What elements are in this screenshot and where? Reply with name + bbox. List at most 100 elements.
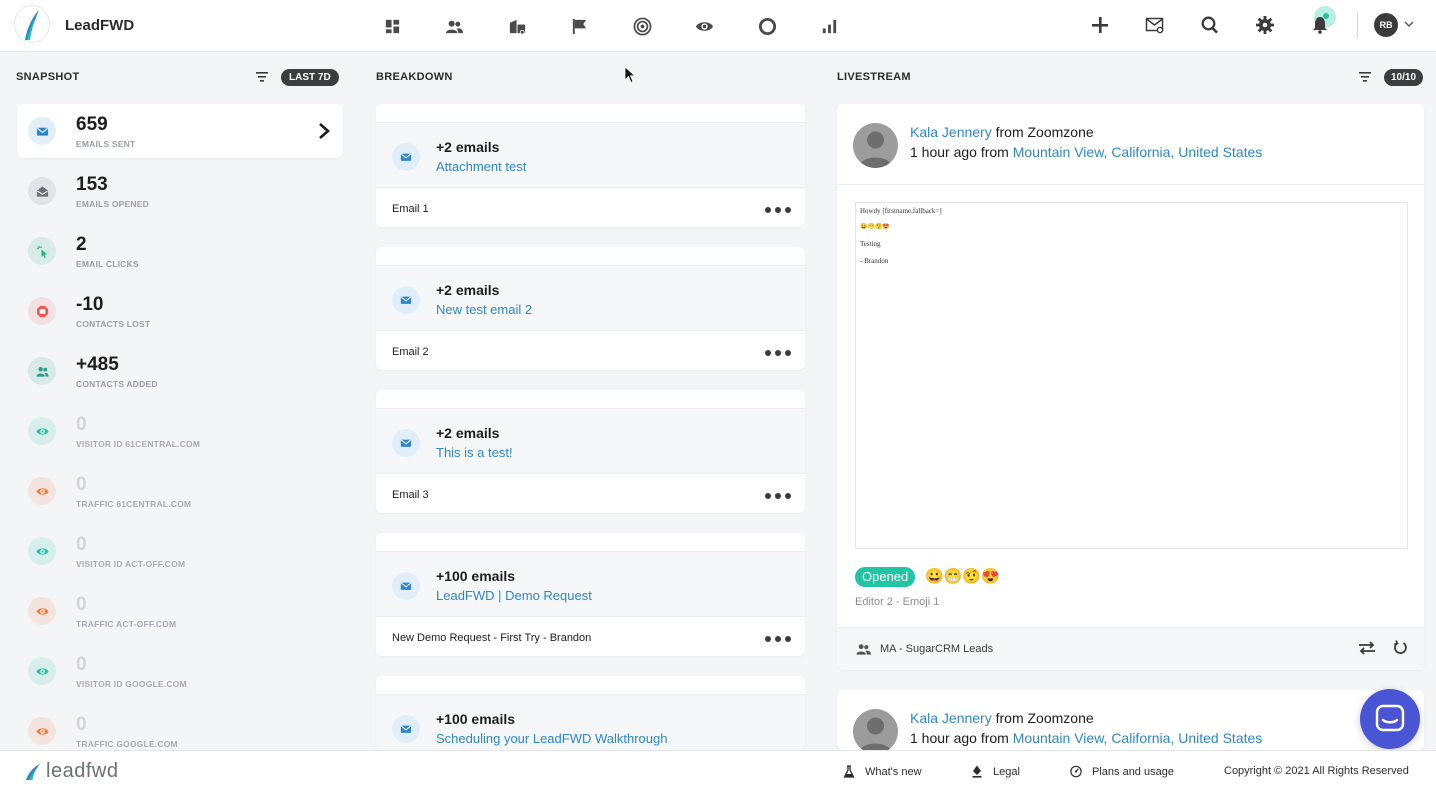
click-icon xyxy=(28,237,56,265)
circle-icon[interactable] xyxy=(753,12,781,40)
campaigns-flag-icon[interactable] xyxy=(566,12,594,40)
workflow-icon[interactable] xyxy=(1357,641,1377,655)
email-subject-link[interactable]: Scheduling your LeadFWD Walkthrough xyxy=(436,731,667,746)
breakdown-card[interactable]: +2 emails New test email 2 Email 2 xyxy=(376,247,805,370)
plus-icon[interactable] xyxy=(1087,12,1113,38)
snapshot-item[interactable]: -10 CONTACTS LOST xyxy=(17,284,343,338)
leadfwd-logo-icon[interactable] xyxy=(14,5,50,43)
snapshot-value: -10 xyxy=(76,294,104,315)
snapshot-label: EMAIL CLICKS xyxy=(76,259,139,269)
snapshot-range-badge[interactable]: LAST 7D xyxy=(281,69,339,86)
event-time-line: 1 hour ago from Mountain View, Californi… xyxy=(910,730,1262,746)
target-icon[interactable] xyxy=(628,12,656,40)
contacts-icon xyxy=(856,644,871,655)
mail-icon xyxy=(392,715,420,743)
preview-line: 😀😁🤨😍 xyxy=(860,224,890,230)
breakdown-card-header: +2 emails New test email 2 xyxy=(376,265,805,331)
mail-search-icon[interactable] xyxy=(1142,12,1168,38)
whats-new-link[interactable]: What's new xyxy=(843,765,922,778)
status-badge: Opened xyxy=(855,567,916,587)
email-preview: Howdy [firstname,fallback=] 😀😁🤨😍 Testing… xyxy=(855,202,1408,549)
chevron-right-icon[interactable] xyxy=(317,122,331,140)
settings-icon[interactable] xyxy=(1252,12,1278,38)
from-word: from xyxy=(980,730,1009,746)
contact-name-link[interactable]: Kala Jennery xyxy=(910,710,992,726)
search-icon[interactable] xyxy=(1197,12,1223,38)
breakdown-card[interactable]: +2 emails This is a test! Email 3 xyxy=(376,390,805,513)
snapshot-item[interactable]: +485 CONTACTS ADDED xyxy=(17,344,343,398)
snapshot-value: +485 xyxy=(76,354,119,375)
snapshot-item[interactable]: 659 EMAILS SENT xyxy=(17,104,343,158)
livestream-heading: LIVESTREAM xyxy=(837,71,911,83)
event-contact-line: Kala Jennery from Zoomzone xyxy=(910,124,1094,140)
contact-avatar[interactable] xyxy=(853,709,898,750)
snapshot-value: 0 xyxy=(76,654,87,675)
visitors-eye-icon[interactable] xyxy=(691,12,719,40)
user-avatar[interactable]: RB xyxy=(1374,13,1398,37)
email-name: Email 1 xyxy=(392,203,429,215)
chevron-down-icon[interactable] xyxy=(1403,18,1415,30)
chat-icon xyxy=(1375,704,1405,732)
plans-usage-label: Plans and usage xyxy=(1092,765,1174,778)
snapshot-value: 0 xyxy=(76,594,87,615)
contacts-icon[interactable] xyxy=(441,12,469,40)
contact-list-name[interactable]: MA - SugarCRM Leads xyxy=(880,643,993,655)
footer-logo-text: leadfwd xyxy=(46,760,119,782)
footer-logo[interactable]: leadfwd xyxy=(24,760,118,783)
more-options-icon[interactable] xyxy=(765,635,791,643)
mail-icon xyxy=(392,143,420,171)
more-options-icon[interactable] xyxy=(765,492,791,500)
sync-icon[interactable] xyxy=(1393,640,1407,656)
snapshot-value: 0 xyxy=(76,714,87,735)
location-link[interactable]: Mountain View, California, United States xyxy=(1013,730,1263,746)
email-subject-link[interactable]: This is a test! xyxy=(436,445,513,460)
breakdown-heading: BREAKDOWN xyxy=(376,71,453,83)
filter-icon[interactable] xyxy=(255,70,269,84)
more-options-icon[interactable] xyxy=(765,206,791,214)
more-options-icon[interactable] xyxy=(765,349,791,357)
mail-icon xyxy=(28,117,56,145)
contact-name-link[interactable]: Kala Jennery xyxy=(910,124,992,140)
breakdown-card[interactable]: +100 emails Scheduling your LeadFWD Walk… xyxy=(376,676,805,750)
event-time: 1 hour ago xyxy=(910,144,977,160)
bell-icon[interactable] xyxy=(1307,6,1336,38)
livestream-event-card: Kala Jennery from Zoomzone 1 hour ago fr… xyxy=(837,690,1424,750)
card-divider xyxy=(837,184,1424,185)
snapshot-item[interactable]: 0 VISITOR ID 61CENTRAL.COM xyxy=(17,404,343,458)
reports-icon[interactable] xyxy=(816,12,844,40)
page-footer: leadfwd What's new Legal Plans and usage… xyxy=(0,750,1436,789)
dashboard-icon[interactable] xyxy=(378,12,406,40)
from-word: from xyxy=(995,124,1024,140)
breakdown-card[interactable]: +2 emails Attachment test Email 1 xyxy=(376,104,805,227)
snapshot-item[interactable]: 0 VISITOR ID ACT-OFF.COM xyxy=(17,524,343,578)
pen-nib-icon xyxy=(972,765,982,778)
snapshot-item[interactable]: 0 VISITOR ID GOOGLE.COM xyxy=(17,644,343,698)
email-subject-link[interactable]: Attachment test xyxy=(436,159,526,174)
legal-link[interactable]: Legal xyxy=(971,765,1020,778)
legal-label: Legal xyxy=(993,765,1020,778)
snapshot-item[interactable]: 153 EMAILS OPENED xyxy=(17,164,343,218)
support-chat-button[interactable] xyxy=(1360,689,1420,749)
filter-icon[interactable] xyxy=(1358,70,1372,84)
snapshot-item[interactable]: 0 TRAFFIC ACT-OFF.COM xyxy=(17,584,343,638)
snapshot-item[interactable]: 2 EMAIL CLICKS xyxy=(17,224,343,278)
eye-icon xyxy=(28,417,56,445)
email-name: Email 3 xyxy=(392,489,429,501)
companies-icon[interactable] xyxy=(503,12,531,40)
contact-avatar[interactable] xyxy=(853,123,898,168)
snapshot-item[interactable]: 0 TRAFFIC 61CENTRAL.COM xyxy=(17,464,343,518)
leadfwd-logo-icon xyxy=(26,763,40,780)
preview-line: Howdy [firstname,fallback=] xyxy=(860,207,942,215)
snapshot-label: TRAFFIC 61CENTRAL.COM xyxy=(76,499,192,509)
snapshot-value: 0 xyxy=(76,534,87,555)
email-subject-link[interactable]: New test email 2 xyxy=(436,302,532,317)
location-link[interactable]: Mountain View, California, United States xyxy=(1013,144,1263,160)
email-subject-link[interactable]: LeadFWD | Demo Request xyxy=(436,588,592,603)
company-name: Zoomzone xyxy=(1027,124,1094,140)
plans-usage-link[interactable]: Plans and usage xyxy=(1070,765,1174,778)
breakdown-card[interactable]: +100 emails LeadFWD | Demo Request New D… xyxy=(376,533,805,656)
snapshot-label: VISITOR ID 61CENTRAL.COM xyxy=(76,439,201,449)
eye-icon xyxy=(28,477,56,505)
preview-line: Testing xyxy=(860,240,881,248)
event-contact-line: Kala Jennery from Zoomzone xyxy=(910,710,1094,726)
